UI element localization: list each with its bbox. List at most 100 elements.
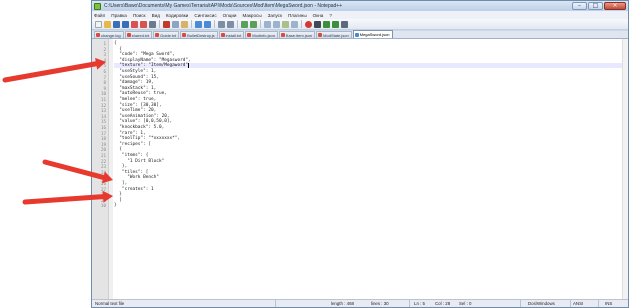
code-line[interactable]: }, xyxy=(114,164,127,169)
text-editor[interactable]: 1 2 3 4 5 6 7 8 9 10 11 12 13 14 15 16 17 18 19 20 21 22 23 24 2… xyxy=(92,39,628,299)
tab-base-item[interactable]: Base.item.json xyxy=(278,31,316,38)
code-line[interactable]: "useSound": 15, xyxy=(114,75,159,80)
title-bar[interactable]: C:\Users\Bawo\Documents\My Games\Terrari… xyxy=(92,1,628,11)
maximize-button[interactable]: □ xyxy=(588,1,603,10)
file-icon xyxy=(318,33,323,37)
close-all-icon[interactable] xyxy=(140,20,147,28)
save-all-icon[interactable] xyxy=(122,20,129,28)
tab-modinfo[interactable]: Modinfo.json xyxy=(245,31,278,38)
menu-edit[interactable]: Правка xyxy=(111,13,127,18)
fold-margin[interactable] xyxy=(109,39,113,299)
status-encoding[interactable]: ANSI xyxy=(573,301,583,306)
tab-install[interactable]: install.txt xyxy=(218,31,245,38)
tab-shared[interactable]: shared.txt xyxy=(124,31,153,38)
menu-encoding[interactable]: Кодировки xyxy=(166,13,189,18)
file-icon xyxy=(96,33,100,37)
menu-search[interactable]: Поиск xyxy=(133,13,146,18)
code-line[interactable]: "autoReuse": true, xyxy=(114,91,167,96)
record-macro-icon[interactable] xyxy=(305,20,312,28)
menu-plugins[interactable]: Плагины xyxy=(288,13,307,18)
code-line[interactable]: "toolTip": "*xxxxxxx*", xyxy=(114,136,180,141)
menu-macros[interactable]: Макросы xyxy=(242,13,261,18)
minimize-button[interactable]: – xyxy=(572,1,587,10)
save-macro-icon[interactable] xyxy=(341,20,348,28)
menu-file[interactable]: Файл xyxy=(94,13,105,18)
line-number: 26 xyxy=(100,181,106,186)
menu-help[interactable]: ? xyxy=(329,13,332,18)
line-number: 10 xyxy=(100,91,106,97)
code-line[interactable]: "useTime": 20, xyxy=(114,108,156,113)
code-line[interactable]: "melee": true, xyxy=(114,97,156,102)
play-macro-icon[interactable] xyxy=(323,20,330,28)
file-icon xyxy=(354,32,359,37)
code-line[interactable]: { xyxy=(114,41,117,46)
code-line[interactable]: "damage": 19, xyxy=(114,80,153,85)
menu-options[interactable]: Опции xyxy=(223,13,237,18)
code-line[interactable]: "items": { xyxy=(114,153,148,158)
close-button[interactable]: × xyxy=(604,1,626,10)
status-lines: lines : 30 xyxy=(371,301,389,306)
code-line[interactable]: "code": "Mega Sword", xyxy=(114,52,175,57)
menu-windows[interactable]: Окна xyxy=(313,13,324,18)
show-all-chars-icon[interactable] xyxy=(282,20,289,28)
vertical-scrollbar[interactable] xyxy=(622,39,628,299)
code-line[interactable]: "value": [0,0,50,0], xyxy=(114,119,172,124)
sync-scroll-icon[interactable] xyxy=(264,20,271,28)
close-file-icon[interactable] xyxy=(131,20,138,28)
file-icon xyxy=(126,33,131,37)
code-line[interactable]: } xyxy=(114,192,122,197)
menu-syntax[interactable]: Синтаксис xyxy=(194,13,216,18)
menu-run[interactable]: Запуск xyxy=(268,13,282,18)
find-icon[interactable] xyxy=(218,20,225,28)
code-line[interactable]: ], xyxy=(114,181,127,186)
tab-modstate[interactable]: ModState.json xyxy=(316,31,352,38)
code-line[interactable]: "1 Dirt Block" xyxy=(114,159,164,164)
code-line[interactable]: "creates": 1 xyxy=(114,187,154,192)
file-icon xyxy=(220,33,225,37)
print-icon[interactable] xyxy=(149,20,156,28)
code-line[interactable]: "knockback": 5.0, xyxy=(114,125,164,130)
replace-icon[interactable] xyxy=(227,20,234,28)
code-line[interactable]: } xyxy=(114,203,117,208)
copy-icon[interactable] xyxy=(172,20,179,28)
code-area[interactable]: { { "code": "Mega Sword", "displayName":… xyxy=(114,39,626,299)
line-number: 14 xyxy=(100,113,106,119)
code-line[interactable]: "size": [30,30], xyxy=(114,103,161,108)
code-line[interactable]: { xyxy=(114,147,122,152)
tab-change-log[interactable]: change.log xyxy=(94,31,124,38)
cut-icon[interactable] xyxy=(163,20,170,28)
redo-icon[interactable] xyxy=(204,20,211,28)
line-number: 7 xyxy=(103,74,106,80)
line-number: 16 xyxy=(100,125,106,130)
zoom-in-icon[interactable] xyxy=(241,20,248,28)
window-title: C:\Users\Bawo\Documents\My Games\Terrari… xyxy=(104,3,343,9)
notepad-window: C:\Users\Bawo\Documents\My Games\Terrari… xyxy=(91,0,629,308)
open-folder-icon[interactable] xyxy=(104,20,111,28)
code-line[interactable]: "rare": 1, xyxy=(114,131,145,136)
line-number: 17 xyxy=(100,130,106,136)
code-line[interactable]: "useStyle": 1, xyxy=(114,69,156,74)
file-icon xyxy=(182,33,187,37)
word-wrap-icon[interactable] xyxy=(273,20,280,28)
code-line[interactable]: { xyxy=(114,47,122,52)
menu-view[interactable]: Вид xyxy=(152,13,160,18)
status-insert-mode[interactable]: INS xyxy=(605,301,612,306)
save-icon[interactable] xyxy=(113,20,120,28)
line-number: 3 xyxy=(103,52,106,58)
stop-macro-icon[interactable] xyxy=(314,20,321,28)
tab-guide[interactable]: Guide.txt xyxy=(153,31,180,38)
run-macro-multiple-icon[interactable] xyxy=(332,20,339,28)
zoom-out-icon[interactable] xyxy=(250,20,257,28)
indent-guide-icon[interactable] xyxy=(291,20,298,28)
tab-megasword[interactable]: MegaSword.json xyxy=(352,30,393,38)
tab-bullet-destroy[interactable]: BulletDestroy.js xyxy=(180,31,218,38)
status-selection: Sel : 0 xyxy=(459,301,472,306)
line-number: 6 xyxy=(103,69,106,74)
code-line[interactable]: "texture": "Item/Megaword" xyxy=(114,63,188,68)
new-file-icon[interactable] xyxy=(95,20,102,28)
code-line[interactable]: "Work Bench" xyxy=(114,175,159,180)
status-eol[interactable]: Dos\Windows xyxy=(528,301,555,306)
line-number: 25 xyxy=(100,175,106,181)
paste-icon[interactable] xyxy=(181,20,188,28)
undo-icon[interactable] xyxy=(195,20,202,28)
